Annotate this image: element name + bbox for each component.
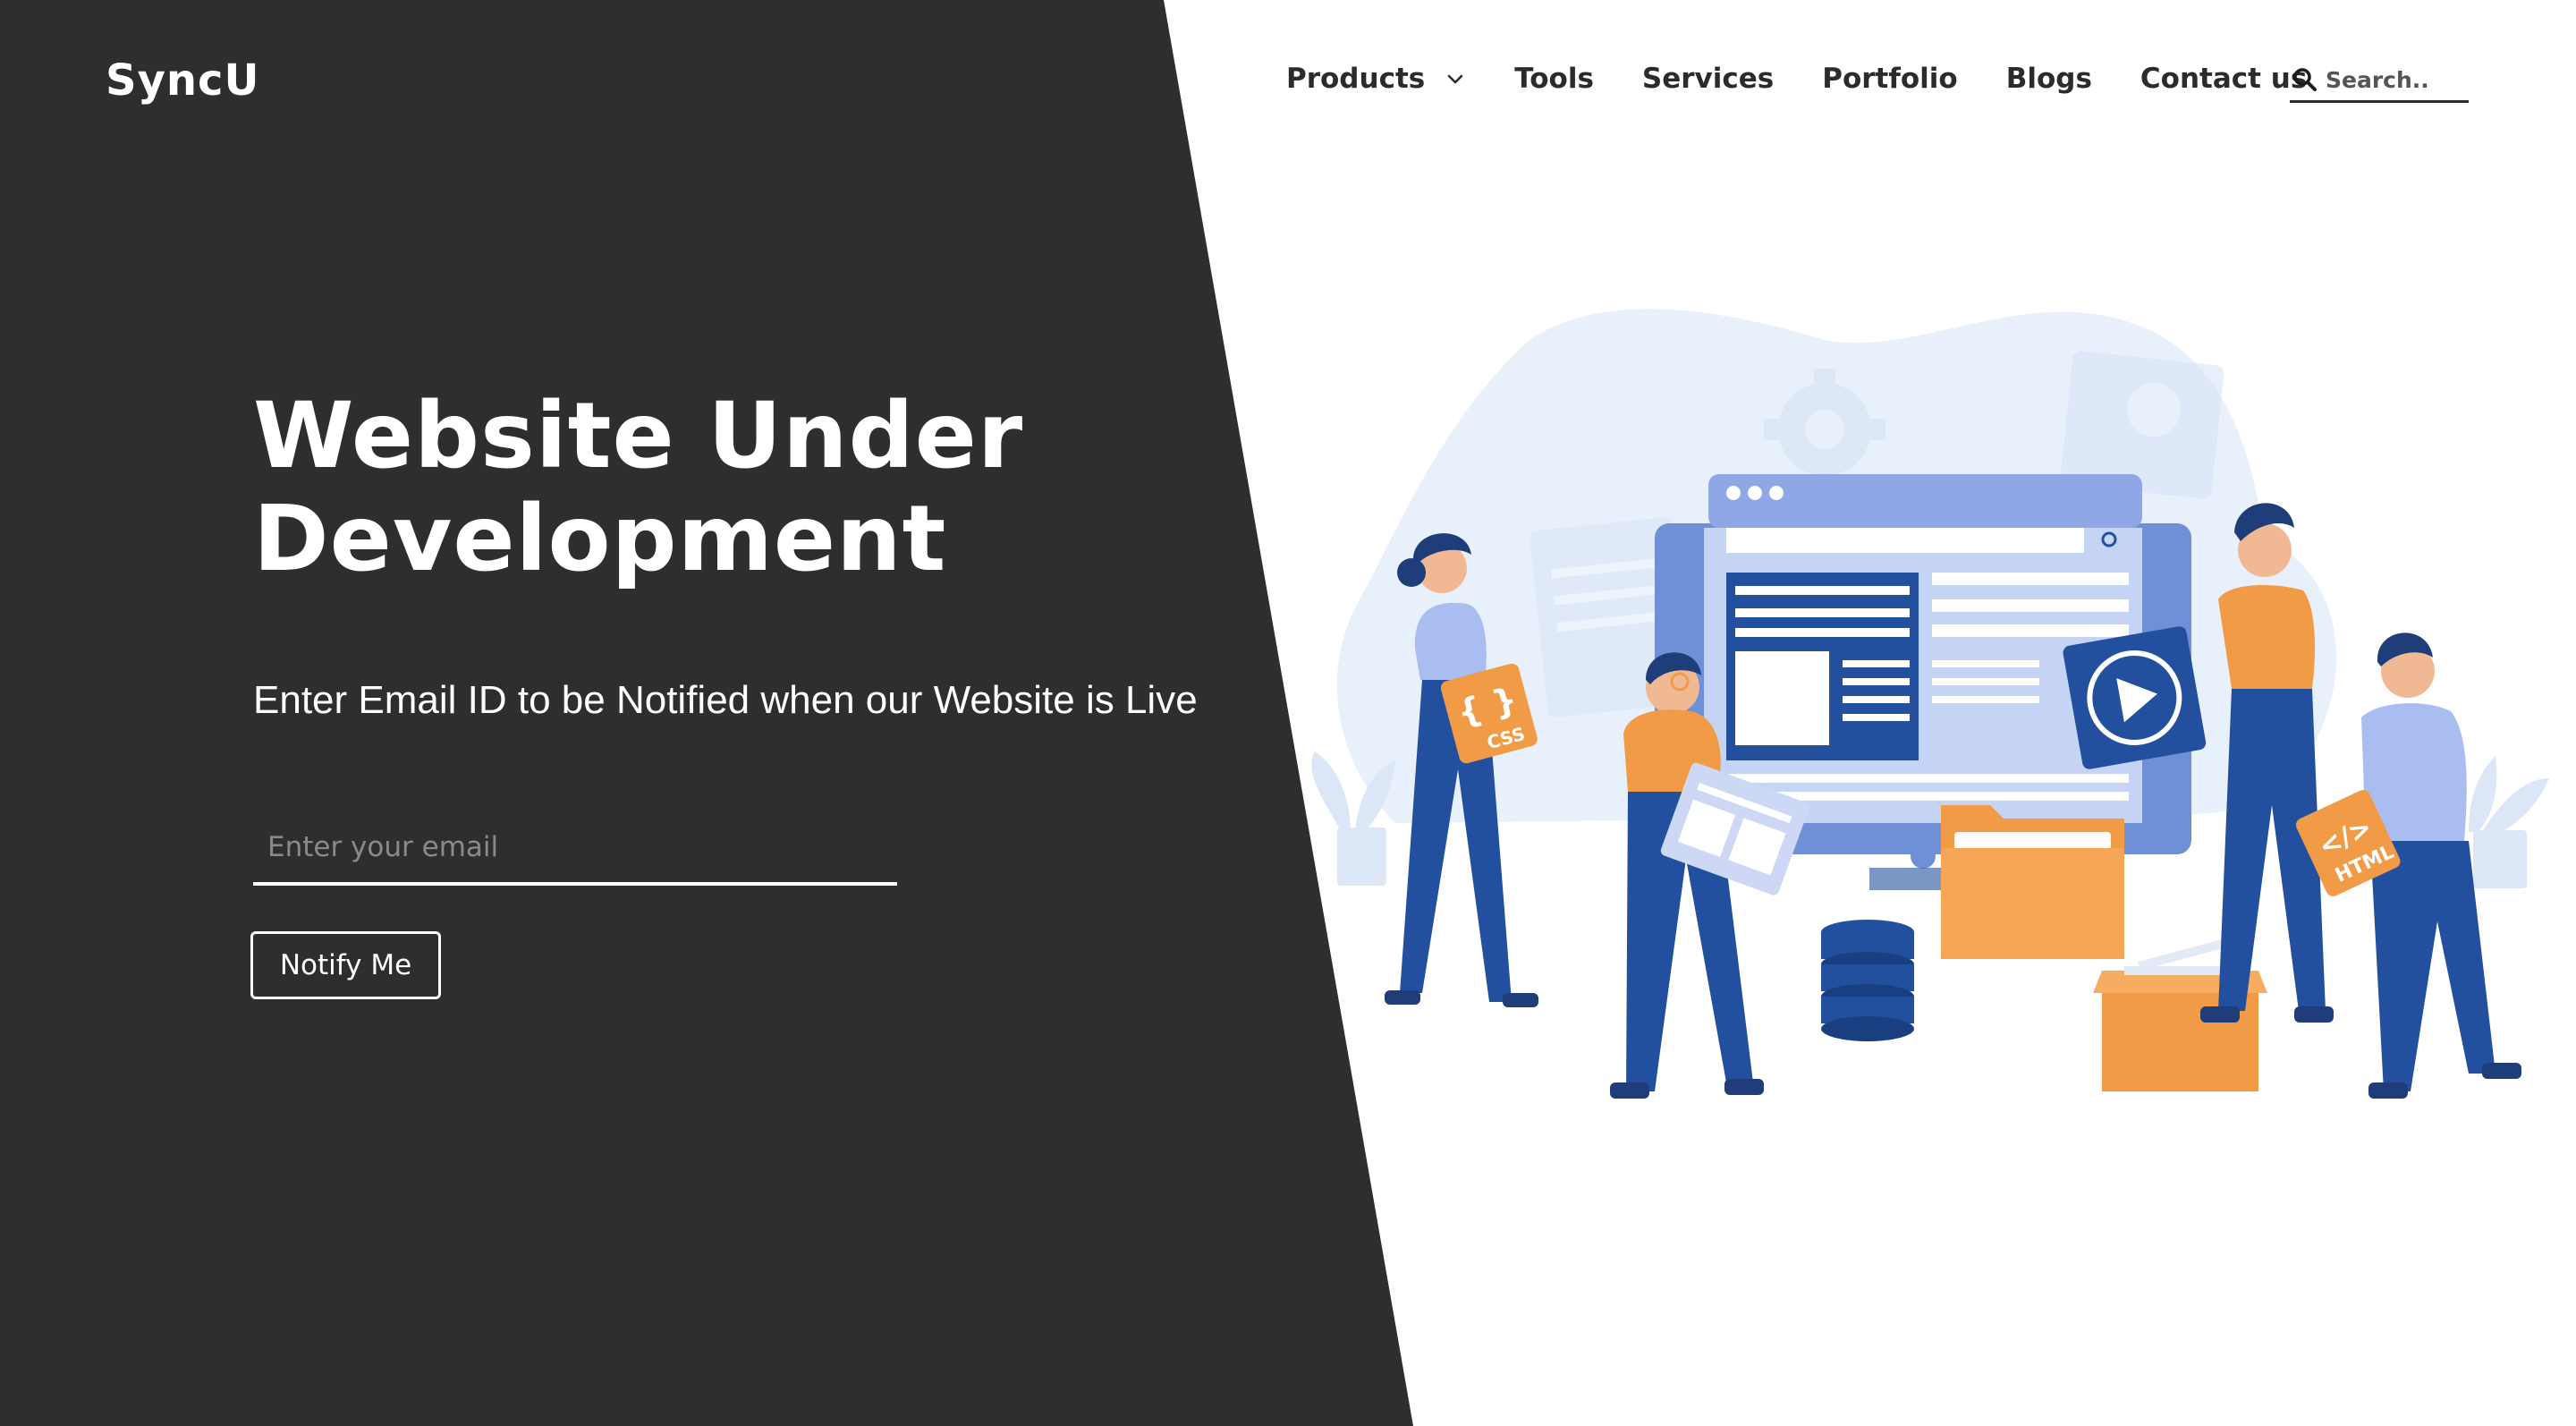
development-illustration: { } CSS </> HTML	[1311, 309, 2549, 1099]
brand-logo[interactable]: SyncU	[106, 55, 259, 106]
nav-item-products[interactable]: Products	[1286, 63, 1466, 95]
play-icon	[2063, 626, 2207, 769]
database-icon	[1821, 920, 1914, 1041]
nav-item-blogs[interactable]: Blogs	[2006, 63, 2092, 95]
nav-item-services[interactable]: Services	[1642, 63, 1774, 95]
email-field[interactable]	[253, 816, 897, 879]
plant-right	[2469, 756, 2549, 888]
email-field-wrapper	[253, 816, 897, 886]
search-icon[interactable]	[2292, 66, 2318, 93]
page-title: Website Under Development	[253, 385, 1058, 590]
page: SyncU Website Under Development Enter Em…	[0, 0, 2576, 1426]
search-box[interactable]	[2290, 59, 2469, 103]
plant-left	[1311, 751, 1395, 886]
search-input[interactable]	[2318, 65, 2462, 94]
page-title-line1: Website Under	[253, 383, 1024, 489]
nav-item-contact-us[interactable]: Contact us	[2140, 63, 2307, 95]
nav-item-portfolio[interactable]: Portfolio	[1822, 63, 1957, 95]
top-nav: Products Tools Services Portfolio Blogs …	[1286, 55, 2355, 102]
page-title-line2: Development	[253, 486, 947, 592]
nav-item-label: Products	[1286, 63, 1426, 95]
chevron-down-icon	[1447, 74, 1463, 84]
nav-item-tools[interactable]: Tools	[1514, 63, 1594, 95]
hero-subtitle: Enter Email ID to be Notified when our W…	[253, 678, 1198, 722]
notify-me-button[interactable]: Notify Me	[250, 931, 441, 999]
folder-icon	[1941, 805, 2124, 959]
